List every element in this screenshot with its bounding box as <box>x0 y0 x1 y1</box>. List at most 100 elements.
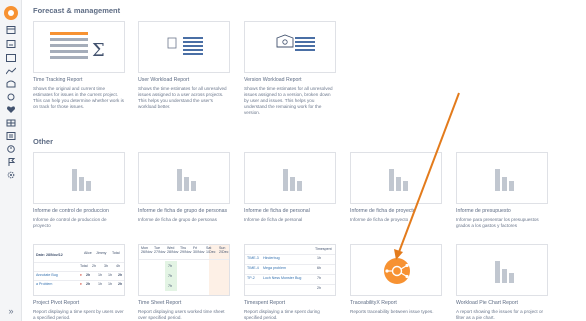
bar-chart-icon <box>495 261 515 283</box>
card-title[interactable]: Version Workload Report <box>244 77 336 84</box>
reports-icon[interactable] <box>6 54 16 62</box>
reports-content: Forecast & management Σ Time Tracking Re… <box>22 0 586 321</box>
timesheet-day: Thu 29/Nov <box>180 246 192 254</box>
card-description: Informe de ficha de proyecto <box>350 217 409 222</box>
grid-icon[interactable] <box>6 119 16 127</box>
timespent-key: TIME-4 <box>247 266 259 270</box>
flag-icon[interactable] <box>6 158 16 166</box>
timesheet-thumbnail: Mon 26/Nov Tue 27/Nov Wed 28/Nov Thu 29/… <box>138 244 230 296</box>
bar-chart-icon <box>177 169 197 191</box>
card-title[interactable]: Time Tracking Report <box>33 77 125 84</box>
card-project-pivot-report[interactable]: Date: 28/Nov/12 Alice Jimmy Total Total … <box>33 244 125 321</box>
timesheet-cell: 7h <box>168 284 172 288</box>
bar-chart-icon <box>495 169 515 191</box>
timespent-name: Hinderbug <box>263 256 280 260</box>
timespent-name: Loch Ness Monster Bug <box>263 276 302 280</box>
traceability-thumbnail <box>350 244 442 296</box>
puzzle-icon[interactable] <box>6 93 16 101</box>
pivot-col-header: Total <box>112 251 120 255</box>
card-informe-control-produccion[interactable]: Informe de control de produccion Informe… <box>33 152 125 229</box>
card-informe-ficha-proyecto[interactable]: Informe de ficha de proyecto Informe de … <box>350 152 442 223</box>
card-title[interactable]: Informe de ficha de grupo de personas <box>138 208 230 215</box>
card-title[interactable]: Informe de control de produccion <box>33 208 125 215</box>
bar-chart-icon <box>283 169 303 191</box>
card-timespent-report[interactable]: Timespent TIME-3 Hinderbug 1h TIME-4 Meg… <box>244 244 336 321</box>
pivot-col-header: Jimmy <box>96 251 107 255</box>
clock-icon[interactable] <box>6 145 16 153</box>
pivot-cell: 1h <box>108 282 112 286</box>
card-title[interactable]: Workload Pie Chart Report <box>456 300 548 307</box>
bar-chart-thumbnail <box>33 152 125 204</box>
heart-icon[interactable] <box>6 106 16 114</box>
card-title[interactable]: TraceabilityX Report <box>350 300 442 307</box>
card-traceabilityx-report[interactable]: TraceabilityX Report Reports traceabilit… <box>350 244 442 315</box>
card-title[interactable]: Informe de ficha de personal <box>244 208 336 215</box>
pivot-flag-icon: ♦ <box>80 273 82 277</box>
pivot-col-header: Alice <box>84 251 92 255</box>
card-title[interactable]: Informe de presupuesto <box>456 208 548 215</box>
pivot-date-label: Date: 28/Nov/12 <box>36 253 63 257</box>
workload-icon <box>167 37 203 55</box>
timesheet-day: Tue 27/Nov <box>154 246 166 254</box>
components-icon[interactable] <box>6 80 16 88</box>
backlog-icon[interactable] <box>6 40 16 48</box>
bar-chart-thumbnail <box>456 244 548 296</box>
pivot-cell: 1h <box>98 282 102 286</box>
timespent-value: 6h <box>317 266 321 270</box>
card-description: Report displaying a time spent by users … <box>33 309 124 320</box>
card-time-tracking-report[interactable]: Σ Time Tracking Report Shows the origina… <box>33 21 125 110</box>
card-version-workload-report[interactable]: Version Workload Report Shows the time e… <box>244 21 336 116</box>
sidebar: » <box>0 0 22 321</box>
timesheet-day: Sun 2/Dec <box>219 246 229 254</box>
bar-chart-thumbnail <box>350 152 442 204</box>
bar-chart-icon <box>389 169 409 191</box>
bar-chart-icon <box>72 169 92 191</box>
card-description: Informe de ficha de personal <box>244 217 303 222</box>
card-title[interactable]: Informe de ficha de proyecto <box>350 208 442 215</box>
card-time-sheet-report[interactable]: Mon 26/Nov Tue 27/Nov Wed 28/Nov Thu 29/… <box>138 244 230 321</box>
settings-icon[interactable] <box>6 171 16 179</box>
timespent-header: Timespent <box>315 247 332 251</box>
card-informe-ficha-personal[interactable]: Informe de ficha de personal Informe de … <box>244 152 336 223</box>
card-title[interactable]: Project Pivot Report <box>33 300 125 307</box>
timespent-name: Mega problem <box>263 266 286 270</box>
timesheet-day: Fri 30/Nov <box>193 246 205 254</box>
pivot-thumbnail: Date: 28/Nov/12 Alice Jimmy Total Total … <box>33 244 125 296</box>
app-logo-icon[interactable] <box>4 6 18 20</box>
card-title[interactable]: Time Sheet Report <box>138 300 230 307</box>
card-title[interactable]: Timespent Report <box>244 300 336 307</box>
bar-chart-thumbnail <box>244 152 336 204</box>
pivot-cell: 1h <box>98 273 102 277</box>
timespent-divider <box>245 284 335 291</box>
list-icon[interactable] <box>6 132 16 140</box>
bar-chart-thumbnail <box>456 152 548 204</box>
pivot-sub-header: 2h <box>92 264 96 268</box>
card-title[interactable]: User Workload Report <box>138 77 230 84</box>
time-tracking-thumbnail: Σ <box>33 21 125 73</box>
section-title-forecast: Forecast & management <box>33 6 121 15</box>
pivot-cell: 1h <box>108 273 112 277</box>
pivot-cell: 2h <box>86 282 91 286</box>
pivot-row-label: Annotate Bug <box>36 273 58 277</box>
card-description: Shows the original and current time esti… <box>33 86 124 109</box>
card-workload-pie-chart-report[interactable]: Workload Pie Chart Report A report showi… <box>456 244 548 321</box>
timespent-key: TP-2 <box>247 276 255 280</box>
card-informe-presupuesto[interactable]: Informe de presupuesto Informe para pres… <box>456 152 548 229</box>
timespent-value: 2h <box>317 286 321 290</box>
card-description: Reports traceability between issue types… <box>350 309 434 314</box>
timesheet-day: Wed 28/Nov <box>167 246 179 254</box>
board-icon[interactable] <box>6 26 16 34</box>
card-description: Informe de ficha de grupo de personas <box>138 217 217 222</box>
chart-icon[interactable] <box>6 67 16 75</box>
card-description: Shows the time estimates for all unresol… <box>138 86 227 109</box>
card-description: Informe de control de produccion de proy… <box>33 217 107 228</box>
expand-sidebar-button[interactable]: » <box>4 305 18 317</box>
timesheet-cell: 7h <box>168 274 172 278</box>
pivot-row-label: a Problem <box>36 282 53 286</box>
pivot-cell: 2h <box>118 282 123 286</box>
card-description: Informe para presentar los presupuestos … <box>456 217 539 228</box>
card-user-workload-report[interactable]: User Workload Report Shows the time esti… <box>138 21 230 110</box>
timespent-thumbnail: Timespent TIME-3 Hinderbug 1h TIME-4 Meg… <box>244 244 336 296</box>
card-informe-ficha-grupo[interactable]: Informe de ficha de grupo de personas In… <box>138 152 230 223</box>
pivot-cell: 2h <box>86 273 91 277</box>
